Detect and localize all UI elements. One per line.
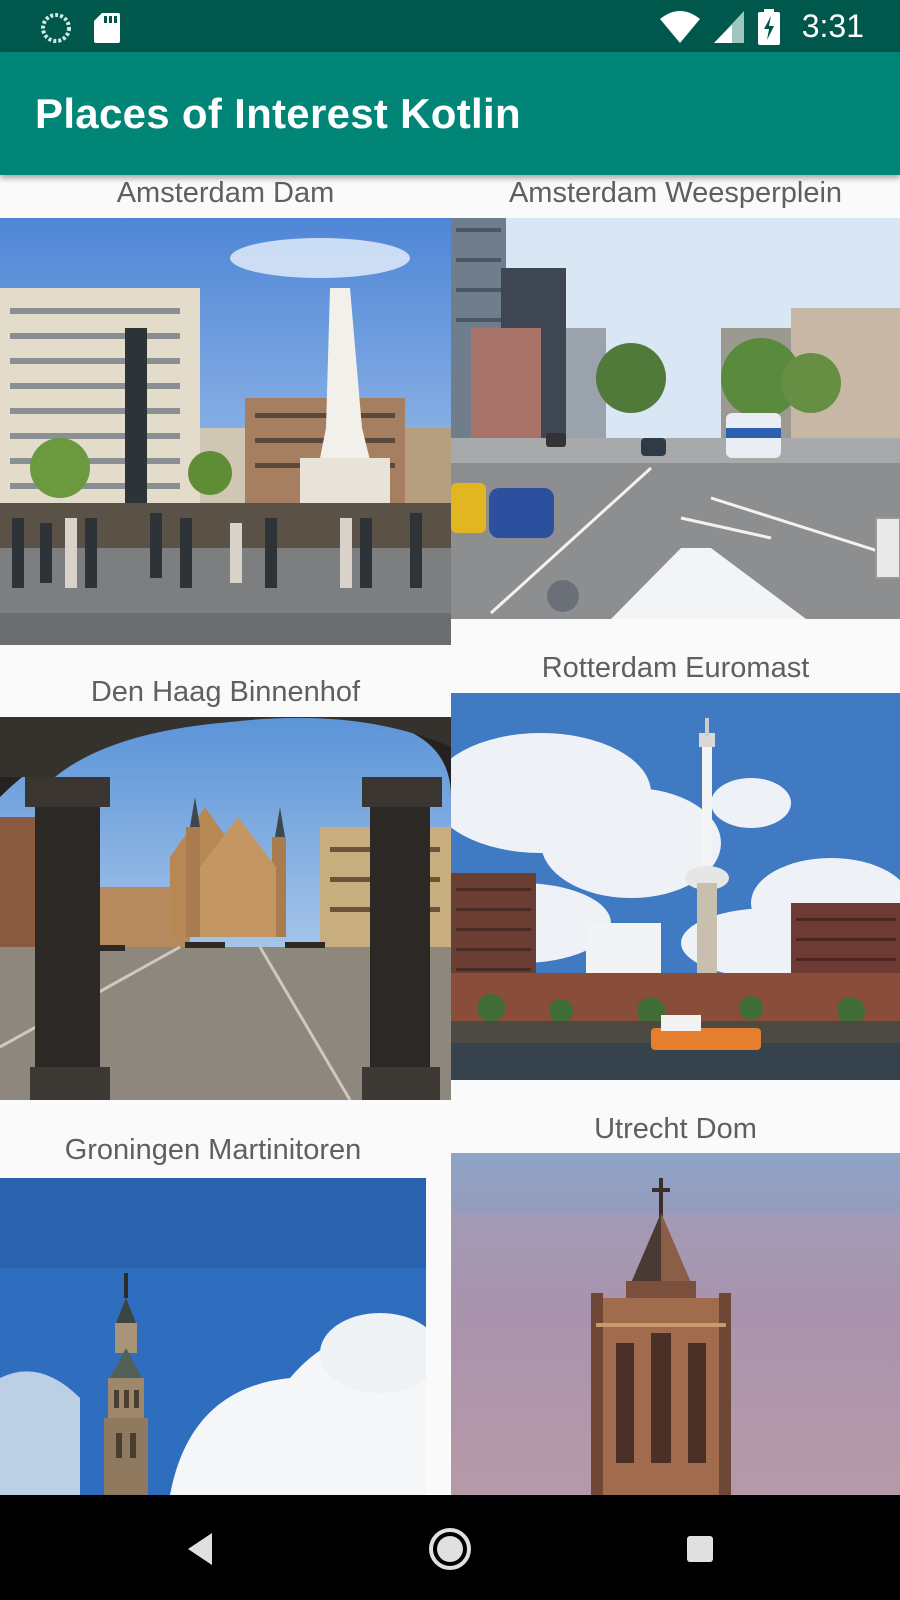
recents-icon[interactable] — [676, 1525, 724, 1573]
place-image[interactable] — [0, 717, 451, 1100]
sd-card-icon — [94, 13, 120, 43]
place-card-den-haag-binnenhof[interactable]: Den Haag Binnenhof — [0, 670, 451, 1100]
place-title: Den Haag Binnenhof — [90, 676, 361, 708]
status-bar: 3:31 — [0, 0, 900, 52]
place-title: Groningen Martinitoren — [64, 1134, 362, 1166]
place-title: Rotterdam Euromast — [541, 652, 810, 684]
place-card-utrecht-dom[interactable]: Utrecht Dom — [451, 1110, 900, 1495]
app-title: Places of Interest Kotlin — [35, 90, 521, 137]
status-time: 3:31 — [801, 8, 864, 44]
home-icon[interactable] — [426, 1525, 474, 1573]
place-card-amsterdam-weesperplein[interactable]: Amsterdam Weesperplein — [451, 175, 900, 645]
place-image[interactable] — [451, 1153, 900, 1495]
place-card-rotterdam-euromast[interactable]: Rotterdam Euromast — [451, 645, 900, 1090]
place-image[interactable] — [451, 693, 900, 1080]
place-title: Amsterdam Weesperplein — [508, 177, 843, 209]
navigation-bar — [0, 1495, 900, 1600]
app-bar: Places of Interest Kotlin — [0, 52, 900, 175]
place-image[interactable] — [0, 218, 451, 645]
battery-charging-icon — [757, 8, 780, 45]
back-icon[interactable] — [178, 1525, 226, 1573]
wifi-icon — [659, 10, 700, 43]
place-image[interactable] — [451, 218, 900, 619]
place-card-groningen-martinitoren[interactable]: Groningen Martinitoren — [0, 1130, 426, 1495]
place-title: Utrecht Dom — [594, 1113, 757, 1145]
places-grid[interactable]: Amsterdam Dam Amsterdam Weesperplein Den… — [0, 175, 900, 1495]
place-image[interactable] — [0, 1178, 426, 1495]
loading-circle-icon — [41, 13, 71, 43]
signal-icon — [713, 10, 744, 43]
place-card-amsterdam-dam[interactable]: Amsterdam Dam — [0, 175, 451, 645]
place-title: Amsterdam Dam — [116, 177, 335, 209]
